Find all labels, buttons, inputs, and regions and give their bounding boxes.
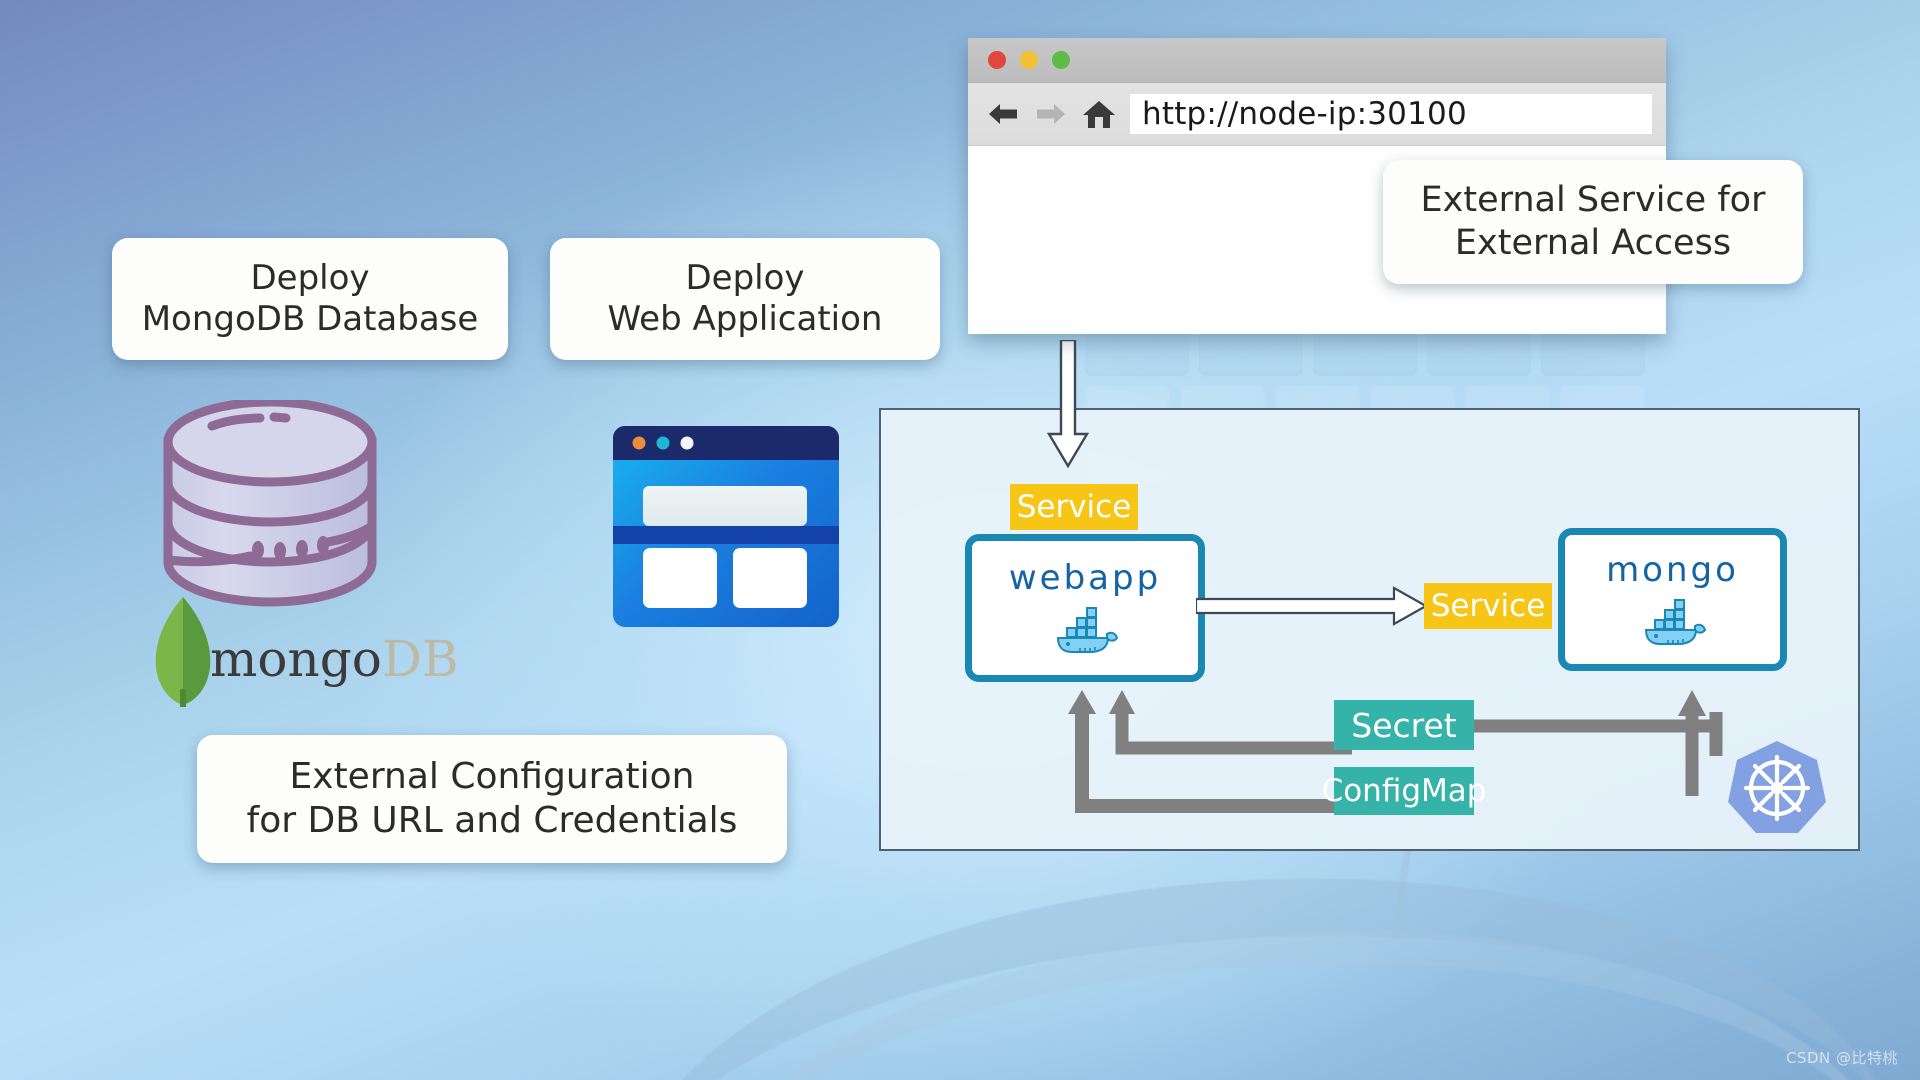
close-button[interactable]	[988, 51, 1006, 69]
watermark: CSDN @比特桃	[1785, 1049, 1898, 1067]
pod-webapp-label: webapp	[1008, 558, 1162, 598]
pod-webapp[interactable]: webapp	[965, 534, 1205, 682]
mongodb-database-illustration	[150, 397, 390, 619]
address-bar[interactable]: http://node-ip:30100	[1130, 94, 1652, 134]
callout-deploy-mongodb: Deploy MongoDB Database	[112, 238, 508, 360]
callout-external-config-line2: for DB URL and Credentials	[246, 800, 738, 841]
mongodb-wordmark-primary: mongo	[210, 630, 382, 688]
browser-titlebar	[968, 38, 1666, 83]
mongodb-leaf-icon	[152, 595, 214, 711]
callout-deploy-web-application: Deploy Web Application	[550, 238, 940, 360]
callout-deploy-web-line1: Deploy	[685, 257, 805, 298]
diagram-canvas: mongoDB Deploy MongoDB Database Deploy W…	[0, 0, 1920, 1080]
callout-external-configuration: External Configuration for DB URL and Cr…	[197, 735, 787, 863]
callout-deploy-web-line2: Web Application	[607, 299, 883, 339]
callout-external-config-line1: External Configuration	[289, 756, 695, 798]
maximize-button[interactable]	[1052, 51, 1070, 69]
callout-external-service-line1: External Service for	[1420, 180, 1766, 221]
badge-service-mongo[interactable]: Service	[1424, 583, 1552, 629]
badge-configmap[interactable]: ConfigMap	[1322, 767, 1486, 815]
address-bar-value: http://node-ip:30100	[1142, 96, 1467, 132]
callout-external-service: External Service for External Access	[1383, 160, 1803, 284]
badge-service-webapp[interactable]: Service	[1010, 484, 1138, 530]
mongodb-wordmark-secondary: DB	[381, 630, 459, 688]
docker-whale-icon	[1050, 604, 1120, 658]
web-application-icon	[611, 424, 841, 633]
mongodb-wordmark: mongoDB	[210, 630, 459, 688]
pod-mongo[interactable]: mongo	[1558, 528, 1787, 671]
back-arrow-icon[interactable]	[986, 99, 1020, 129]
callout-external-service-line2: External Access	[1454, 223, 1732, 263]
browser-toolbar: http://node-ip:30100	[968, 83, 1666, 146]
callout-deploy-mongodb-line1: Deploy	[250, 257, 370, 298]
minimize-button[interactable]	[1020, 51, 1038, 69]
home-icon[interactable]	[1082, 99, 1116, 129]
callout-deploy-mongodb-line2: MongoDB Database	[141, 299, 479, 339]
forward-arrow-icon[interactable]	[1034, 99, 1068, 129]
kubernetes-helm-icon	[1728, 738, 1826, 840]
badge-secret[interactable]: Secret	[1334, 700, 1474, 750]
docker-whale-icon	[1638, 596, 1708, 650]
pod-mongo-label: mongo	[1606, 549, 1739, 590]
